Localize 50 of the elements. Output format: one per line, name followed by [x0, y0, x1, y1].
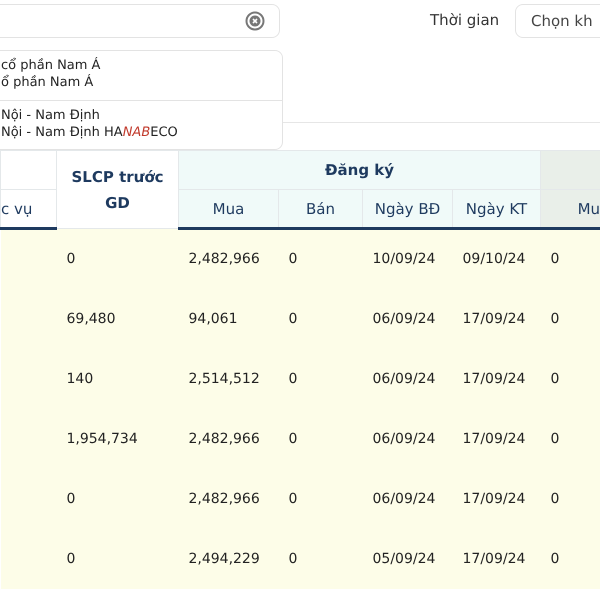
- table-cell: 05/09/24: [362, 528, 452, 588]
- table-cell: 09/10/24: [452, 228, 541, 288]
- table-cell: 17/09/24: [452, 528, 541, 588]
- table-cell: 0: [540, 408, 600, 468]
- table-cell: 94,061: [178, 288, 278, 348]
- column-header: c vụ: [0, 190, 56, 228]
- table-cell: 0: [56, 468, 178, 528]
- table-cell: 0: [278, 468, 362, 528]
- table-cell: 10/09/24: [362, 228, 452, 288]
- column-header: Ngày KT: [452, 190, 541, 228]
- table-cell: 0: [278, 408, 362, 468]
- table-cell: 1,954,734: [56, 408, 178, 468]
- table-cell: 17/09/24: [452, 468, 541, 528]
- table-cell: 17/09/24: [452, 348, 541, 408]
- table-cell: 06/09/24: [362, 408, 452, 468]
- column-header: Mua: [178, 190, 278, 228]
- table-cell: 69,480: [56, 288, 178, 348]
- table-cell: 0: [278, 348, 362, 408]
- search-field[interactable]: [0, 4, 280, 38]
- table-cell: 0: [540, 228, 600, 288]
- table-cell: 06/09/24: [362, 468, 452, 528]
- table-cell: 17/09/24: [452, 288, 541, 348]
- table-cell: 2,482,966: [178, 408, 278, 468]
- table-cell: 0: [540, 468, 600, 528]
- table-cell: 2,482,966: [178, 468, 278, 528]
- time-range-button[interactable]: Chọn kh: [515, 4, 600, 38]
- time-label: Thời gian: [430, 11, 500, 29]
- column-header: SLCP trước GD: [56, 150, 178, 228]
- table-cell: 2,494,229: [178, 528, 278, 588]
- table-cell: 0: [278, 528, 362, 588]
- table-cell: 17/09/24: [452, 408, 541, 468]
- table-cell: 0: [540, 528, 600, 588]
- column-header: Bán: [278, 190, 362, 228]
- table-cell: 0: [56, 528, 178, 588]
- table-cell: 0: [540, 288, 600, 348]
- table-cell: 140: [56, 348, 178, 408]
- column-header: Mu: [540, 190, 600, 228]
- table-cell: 06/09/24: [362, 348, 452, 408]
- table-cell: 0: [278, 228, 362, 288]
- suggestion-item[interactable]: Nội - Nam Định Nội - Nam Định HANABECO: [0, 100, 282, 149]
- table-cell: 0: [278, 288, 362, 348]
- table-cell: 0: [56, 228, 178, 288]
- column-group-header: Đăng ký: [178, 150, 541, 190]
- suggestion-item[interactable]: cổ phần Nam Á ổ phần Nam Á: [0, 51, 282, 100]
- table-cell: 0: [540, 348, 600, 408]
- table-cell: 06/09/24: [362, 288, 452, 348]
- clear-icon[interactable]: [245, 11, 265, 31]
- table-cell: 2,482,966: [178, 228, 278, 288]
- column-header: Ngày BĐ: [362, 190, 452, 228]
- table-cell: 2,514,512: [178, 348, 278, 408]
